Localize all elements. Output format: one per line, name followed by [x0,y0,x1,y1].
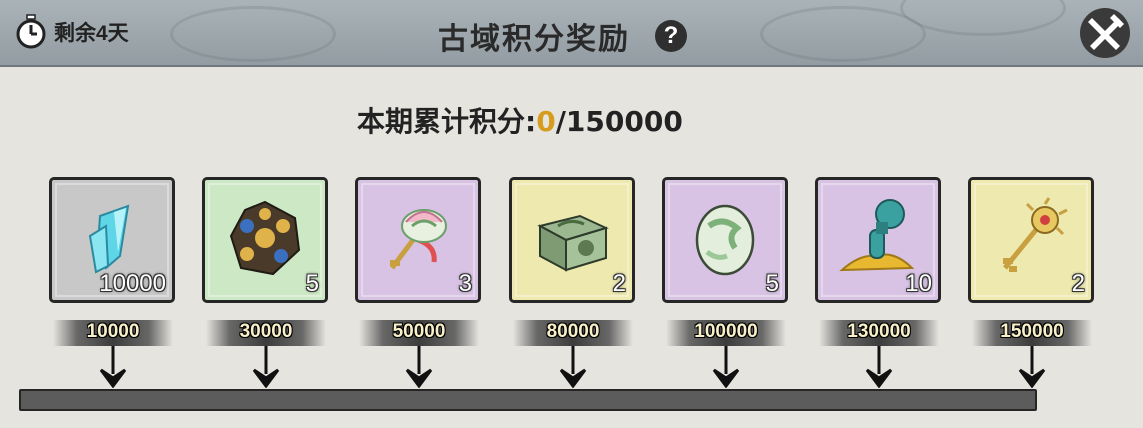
points-label: 本期累计积分: [357,105,537,138]
jade-chest-icon [537,214,609,272]
reward-card-4[interactable]: 2 [509,177,635,303]
arrow-down-icon [712,346,740,388]
arrow-down-icon [99,346,127,388]
reward-count: 2 [1071,270,1085,297]
reward-card-6[interactable]: 10 [815,177,941,303]
blue-crystal-icon [88,204,130,274]
points-separator: / [555,105,566,138]
lotus-key-icon [390,209,447,270]
reward-count: 10 [905,270,932,297]
reward-count: 3 [458,270,472,297]
reward-card-2[interactable]: 5 [202,177,328,303]
milestone-label: 130000 [819,320,939,346]
milestone-label: 30000 [206,320,326,346]
jade-egg-icon [695,204,755,276]
reward-card-5[interactable]: 5 [662,177,788,303]
header-bar: 剩余4天 古域积分奖励 ? [0,0,1143,67]
reward-count: 2 [612,270,626,297]
remaining-days: 剩余4天 [54,22,129,45]
stopwatch-icon [16,14,46,49]
milestone-label: 150000 [972,320,1092,346]
golden-key-icon [1003,197,1068,272]
cloud-decoration [170,6,336,62]
reward-card-7[interactable]: 2 [968,177,1094,303]
arrow-down-icon [559,346,587,388]
cloud-decoration [760,6,926,62]
gourd-sand-icon [839,199,915,272]
reward-count: 10000 [99,270,166,297]
milestone-label: 50000 [359,320,479,346]
reward-card-3[interactable]: 3 [355,177,481,303]
remaining-timer: 剩余4天 [14,14,129,50]
reward-count: 5 [305,270,319,297]
close-button[interactable] [1078,6,1132,60]
arrow-down-icon [865,346,893,388]
milestone-label: 100000 [666,320,786,346]
hexagon-orb-icon [229,200,301,276]
arrow-down-icon [252,346,280,388]
points-progress-bar [19,389,1037,411]
points-current: 0 [536,105,556,138]
milestone-label: 10000 [53,320,173,346]
points-total: 本期累计积分:0/150000 [357,100,683,140]
arrow-down-icon [1018,346,1046,388]
reward-count: 5 [765,270,779,297]
points-max: 150000 [565,105,683,138]
page-title: 古域积分奖励 [438,22,630,57]
help-button[interactable]: ? [655,20,687,52]
reward-card-1[interactable]: 10000 [49,177,175,303]
milestone-label: 80000 [513,320,633,346]
arrow-down-icon [405,346,433,388]
